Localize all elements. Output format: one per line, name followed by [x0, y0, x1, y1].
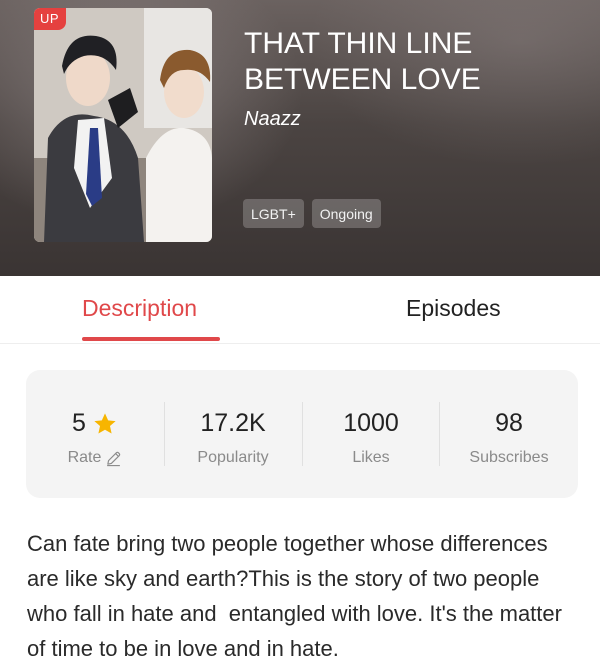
tag-status[interactable]: Ongoing — [311, 199, 381, 228]
stat-subscribes: 98 Subscribes — [440, 370, 578, 498]
rate-label: Rate — [67, 449, 102, 466]
up-badge: UP — [34, 8, 67, 30]
book-cover[interactable]: UP — [34, 8, 212, 242]
tag-list: LGBT+ Ongoing — [243, 199, 381, 228]
popularity-label: Popularity — [197, 449, 269, 466]
subscribes-label: Subscribes — [469, 449, 549, 466]
active-tab-indicator — [82, 337, 220, 341]
stat-likes: 1000 Likes — [302, 370, 440, 498]
rate-value-row: 5 — [72, 409, 118, 438]
tab-description[interactable]: Description — [82, 295, 197, 322]
cover-illustration — [34, 8, 212, 242]
stat-rate[interactable]: 5 Rate — [26, 370, 164, 498]
rate-label-row: Rate — [68, 449, 123, 467]
book-title: THAT THIN LINE BETWEEN LOVE — [244, 27, 481, 96]
pencil-icon[interactable] — [105, 450, 122, 467]
stat-popularity: 17.2K Popularity — [164, 370, 302, 498]
tab-bar: Description Episodes — [0, 276, 600, 344]
popularity-value: 17.2K — [200, 409, 266, 437]
stats-card: 5 Rate 17.2K Popularity 1000 Likes 98 Su… — [26, 370, 578, 498]
likes-value: 1000 — [343, 409, 399, 437]
book-description: Can fate bring two people together whose… — [27, 531, 569, 661]
tag-genre[interactable]: LGBT+ — [243, 199, 304, 228]
book-author[interactable]: Naazz — [244, 108, 301, 131]
likes-label: Likes — [352, 449, 390, 466]
book-header: UP THAT THIN LINE BETWEEN LOVE Naazz LGB… — [0, 0, 600, 276]
subscribes-value: 98 — [495, 409, 523, 437]
tab-episodes[interactable]: Episodes — [406, 295, 501, 322]
rate-value: 5 — [72, 409, 86, 437]
star-icon — [94, 412, 116, 434]
